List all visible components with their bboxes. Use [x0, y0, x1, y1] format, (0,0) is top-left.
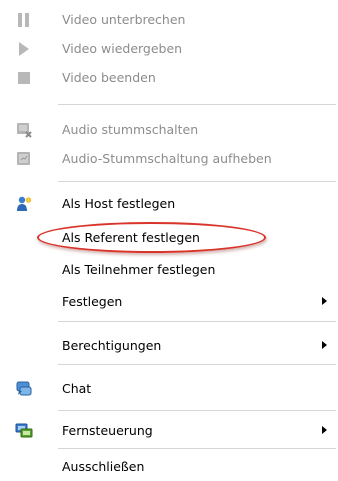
menu-item-label: Festlegen — [62, 294, 123, 309]
host-icon — [15, 195, 33, 213]
menu-separator — [58, 410, 336, 411]
stop-icon — [15, 69, 33, 87]
menu-item-label: Fernsteuerung — [62, 423, 153, 438]
chat-icon — [15, 380, 33, 398]
context-menu: Video unterbrechen Video wiedergeben Vid… — [0, 0, 338, 481]
menu-item-label: Als Host festlegen — [62, 196, 176, 211]
menu-item-label: Chat — [62, 381, 92, 396]
menu-item-video-unterbrechen[interactable]: Video unterbrechen — [0, 5, 338, 34]
menu-item-als-host-festlegen[interactable]: Als Host festlegen — [0, 189, 338, 218]
submenu-arrow-icon — [322, 297, 327, 305]
highlight-ellipse — [37, 222, 266, 253]
play-icon — [15, 40, 33, 58]
menu-separator — [58, 364, 336, 365]
menu-separator — [58, 321, 336, 322]
submenu-arrow-icon — [322, 341, 327, 349]
menu-item-video-wiedergeben[interactable]: Video wiedergeben — [0, 34, 338, 63]
menu-item-label: Audio-Stummschaltung aufheben — [62, 151, 272, 166]
menu-separator — [58, 181, 336, 182]
menu-item-berechtigungen[interactable]: Berechtigungen — [0, 331, 338, 360]
remote-control-icon — [15, 422, 33, 440]
menu-item-label: Ausschließen — [62, 459, 145, 474]
submenu-arrow-icon — [322, 426, 327, 434]
menu-item-fernsteuerung[interactable]: Fernsteuerung — [0, 416, 338, 445]
menu-item-chat[interactable]: Chat — [0, 374, 338, 403]
pause-icon — [15, 11, 33, 29]
menu-item-label: Berechtigungen — [62, 338, 162, 353]
menu-separator — [58, 448, 336, 449]
mute-audio-icon — [15, 121, 33, 139]
menu-item-audio-stummschaltung-aufheben[interactable]: Audio-Stummschaltung aufheben — [0, 144, 338, 173]
menu-item-label: Video beenden — [62, 70, 156, 85]
menu-item-label: Als Teilnehmer festlegen — [62, 262, 216, 277]
menu-item-label: Video unterbrechen — [62, 12, 186, 27]
menu-separator — [58, 104, 336, 105]
menu-item-video-beenden[interactable]: Video beenden — [0, 63, 338, 92]
menu-item-ausschliessen[interactable]: Ausschließen — [0, 452, 338, 481]
menu-item-festlegen[interactable]: Festlegen — [0, 287, 338, 316]
menu-item-label: Video wiedergeben — [62, 41, 183, 56]
unmute-audio-icon — [15, 150, 33, 168]
menu-item-audio-stummschalten[interactable]: Audio stummschalten — [0, 115, 338, 144]
menu-item-label: Audio stummschalten — [62, 122, 199, 137]
menu-item-als-teilnehmer-festlegen[interactable]: Als Teilnehmer festlegen — [0, 255, 338, 284]
